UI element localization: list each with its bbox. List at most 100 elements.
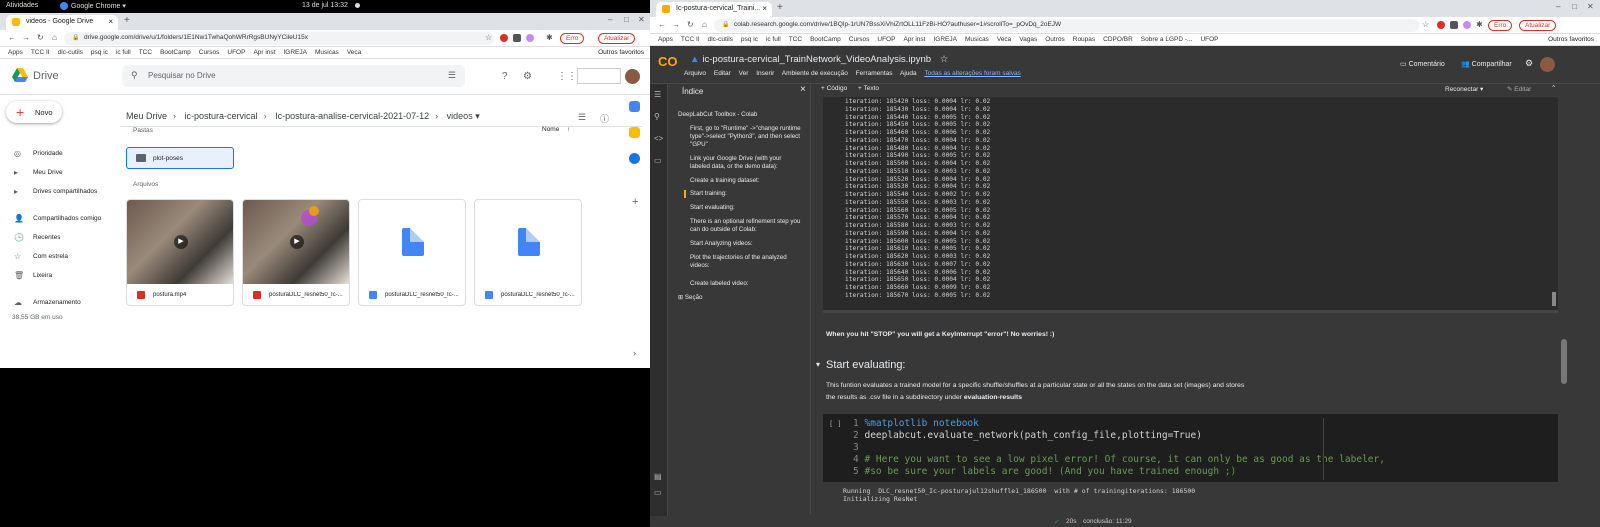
bookmark-item[interactable]: Cursos [199, 49, 220, 56]
vertical-scrollbar[interactable] [1552, 292, 1556, 306]
notebook-name[interactable]: ▲ ic-postura-cervical_TrainNetwork_VideoA… [690, 54, 948, 65]
extension-icon[interactable] [1450, 21, 1458, 29]
profile-error-button[interactable]: Erro [1488, 20, 1513, 31]
add-addon-icon[interactable]: + [632, 196, 638, 208]
maximize-icon[interactable]: □ [624, 15, 629, 24]
sidebar-item-my-drive[interactable]: ▸ Meu Drive [0, 168, 120, 181]
code-cell[interactable]: [ ] 1 %matplotlib notebook 2 deeplabcut.e… [823, 414, 1558, 482]
new-button[interactable]: + Novo [6, 101, 62, 123]
sidebar-item-shared-drives[interactable]: ▸ Drives compartilhados [0, 187, 120, 200]
file-card[interactable]: ▶ posturaDLC_resnet50_Ic-... [242, 199, 350, 306]
bookmark-item[interactable]: Veca [347, 49, 361, 56]
sidebar-item-priority[interactable]: ◎ Prioridade [0, 149, 120, 162]
code-snippets-icon[interactable]: <> [654, 134, 663, 143]
search-input[interactable]: ⚲ Pesquisar no Drive ☰ [122, 65, 465, 87]
horizontal-scrollbar[interactable] [823, 310, 1558, 313]
breadcrumb-item[interactable]: ic-postura-cervical [185, 111, 258, 121]
code-editor[interactable]: 1 %matplotlib notebook 2 deeplabcut.evalu… [853, 418, 1385, 478]
toc-item[interactable]: There is an optional refinement step you… [690, 218, 802, 234]
reconnect-button[interactable]: Reconectar ▾ [1445, 85, 1483, 93]
star-icon[interactable]: ☆ [940, 54, 949, 65]
list-view-icon[interactable]: ☰ [578, 112, 586, 123]
back-icon[interactable]: ← [658, 20, 666, 29]
puzzle-icon[interactable]: ✱ [546, 33, 553, 42]
minimize-icon[interactable]: – [608, 15, 612, 24]
sidebar-item-starred[interactable]: ☆ Com estrela [0, 252, 120, 265]
back-icon[interactable]: ← [8, 33, 16, 42]
expand-panel-icon[interactable]: › [633, 348, 636, 358]
bookmark-item[interactable]: Apps [658, 36, 673, 43]
add-text-button[interactable]: + Texto [858, 85, 879, 92]
menu-edit[interactable]: Editar [714, 70, 731, 77]
toc-item[interactable]: Start evaluating: [690, 204, 802, 212]
extension-icon[interactable] [513, 34, 521, 42]
menu-tools[interactable]: Ferramentas [856, 70, 893, 77]
update-button[interactable]: Atualizar [1519, 20, 1557, 31]
puzzle-icon[interactable]: ✱ [1476, 20, 1483, 29]
bookmark-item[interactable]: BootCamp [160, 49, 191, 56]
bookmark-item[interactable]: TCC II [681, 36, 700, 43]
terminal-icon[interactable]: ▭ [654, 488, 662, 497]
file-card[interactable]: ▶ postura.mp4 [126, 199, 234, 306]
toc-item[interactable]: DeepLabCut Toolbox - Colab [678, 111, 790, 119]
sidebar-item-recent[interactable]: 🕒 Recentes [0, 233, 120, 246]
close-icon[interactable]: × [108, 17, 113, 26]
toc-icon[interactable]: ☰ [654, 90, 661, 99]
other-bookmarks[interactable]: Outros favoritos [598, 49, 644, 56]
bookmark-item[interactable]: UFOP [877, 36, 895, 43]
bookmark-item[interactable]: ic full [116, 49, 131, 56]
menu-view[interactable]: Ver [739, 70, 749, 77]
comment-button[interactable]: ▭ Comentário [1400, 60, 1445, 68]
bookmark-item[interactable]: CDPO/BR [1103, 36, 1133, 43]
folder-plot-poses[interactable]: plot-poses [126, 147, 234, 169]
bookmark-item[interactable]: Outros [1045, 36, 1065, 43]
bookmark-item[interactable]: psq ic [91, 49, 108, 56]
new-tab-icon[interactable]: + [777, 2, 783, 13]
colab-logo-icon[interactable]: CO [658, 54, 678, 69]
bookmark-item[interactable]: IGREJA [933, 36, 956, 43]
app-menu[interactable]: Google Chrome ▾ [71, 2, 126, 10]
bookmark-item[interactable]: dlc-cutils [708, 36, 733, 43]
close-icon[interactable]: × [762, 4, 767, 13]
toc-item[interactable]: Link your Google Drive (with your labele… [690, 155, 802, 171]
sidebar-item-shared-with-me[interactable]: 👤 Compartilhados comigo [0, 214, 120, 227]
toc-add-section[interactable]: ⊞ Seção [678, 294, 702, 302]
bookmark-item[interactable]: dlc-cutils [58, 49, 83, 56]
bookmark-item[interactable]: Roupas [1073, 36, 1095, 43]
bookmark-item[interactable]: UFOP [1200, 36, 1218, 43]
clock[interactable]: 13 de jul 13:32 [302, 2, 348, 9]
bookmark-item[interactable]: Veca [997, 36, 1011, 43]
add-code-button[interactable]: + Código [821, 85, 847, 92]
bookmark-item[interactable]: TCC II [31, 49, 50, 56]
bookmark-item[interactable]: Apps [8, 49, 23, 56]
extension-icon[interactable] [526, 34, 534, 42]
extension-icon[interactable] [500, 34, 508, 42]
home-icon[interactable]: ⌂ [702, 20, 707, 29]
bookmark-item[interactable]: TCC [789, 36, 802, 43]
toc-item[interactable]: Start Analyzing videos: [690, 240, 802, 248]
file-card[interactable]: posturaDLC_resnet50_Ic-... [474, 199, 582, 306]
profile-error-button[interactable]: Erro [560, 33, 585, 44]
forward-icon[interactable]: → [672, 20, 680, 29]
avatar[interactable] [625, 69, 640, 84]
breadcrumb-item[interactable]: Ic-postura-analise-cervical-2021-07-12 [275, 111, 429, 121]
command-palette-icon[interactable]: ▤ [654, 472, 662, 481]
menu-file[interactable]: Arquivo [684, 70, 706, 77]
toc-item[interactable]: Create labeled video: [690, 280, 802, 288]
forward-icon[interactable]: → [22, 33, 30, 42]
url-field[interactable]: 🔒 drive.google.com/drive/u/1/folders/1E1… [64, 32, 494, 45]
apps-grid-icon[interactable]: ⋮⋮ [557, 71, 577, 82]
star-icon[interactable]: ☆ [485, 33, 492, 42]
menu-help[interactable]: Ajuda [900, 70, 917, 77]
save-status[interactable]: Todas as alterações foram salvas [924, 70, 1020, 77]
share-button[interactable]: 👥 Compartilhar [1461, 60, 1512, 68]
tab-colab[interactable]: Ic-postura-cervical_Traini... × [656, 2, 772, 17]
info-icon[interactable]: ⓘ [600, 112, 609, 125]
run-cell-button[interactable]: [ ] [829, 420, 842, 428]
menu-insert[interactable]: Inserir [756, 70, 774, 77]
tasks-icon[interactable] [629, 153, 640, 164]
gear-icon[interactable]: ⚙ [1525, 58, 1533, 69]
toc-item[interactable]: Start training: [684, 190, 796, 198]
close-icon[interactable]: × [800, 85, 806, 95]
bookmark-item[interactable]: UFOP [227, 49, 245, 56]
